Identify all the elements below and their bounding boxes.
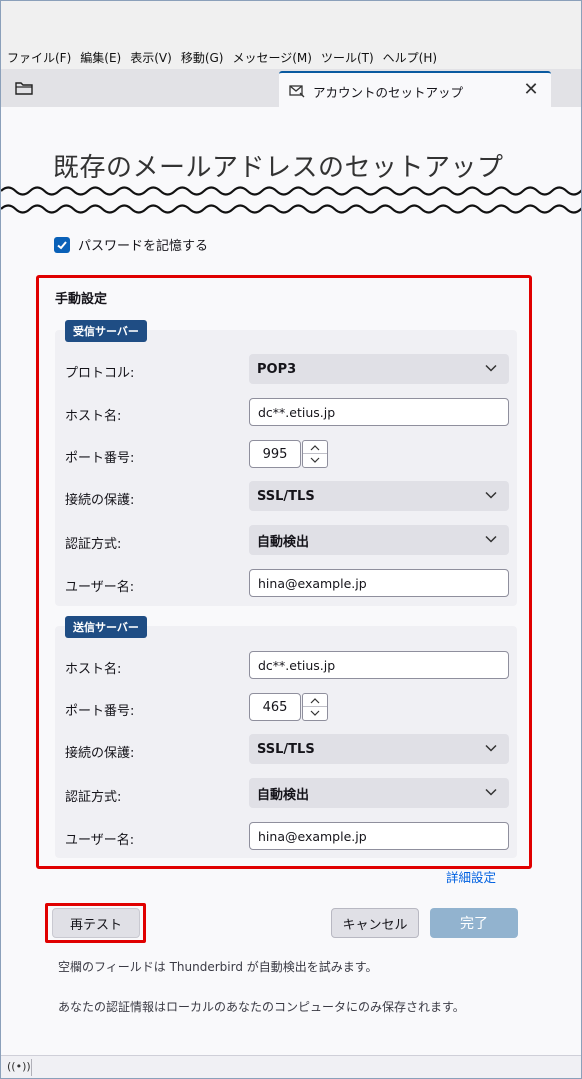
menu-message[interactable]: メッセージ(M)	[232, 49, 311, 66]
remember-password-checkbox[interactable]	[54, 236, 70, 253]
chevron-down-icon	[485, 491, 497, 499]
protocol-select[interactable]: POP3	[249, 354, 509, 384]
outgoing-security-value: SSL/TLS	[257, 741, 315, 757]
outgoing-server-panel: 送信サーバー ホスト名: dc**.etius.jp ポート番号: 465 接続…	[55, 616, 517, 858]
incoming-port-input[interactable]: 995	[249, 440, 301, 468]
incoming-security-select[interactable]: SSL/TLS	[249, 481, 509, 511]
autodetect-note: 空欄のフィールドは Thunderbird が自動検出を試みます。	[58, 960, 378, 974]
folder-icon[interactable]	[15, 81, 33, 95]
page-title: 既存のメールアドレスのセットアップ	[53, 153, 504, 183]
chevron-down-icon	[485, 364, 497, 372]
incoming-port-label: ポート番号:	[65, 451, 135, 466]
incoming-username-label: ユーザー名:	[65, 580, 135, 595]
outgoing-username-input[interactable]: hina@example.jp	[249, 822, 509, 850]
incoming-server-badge: 受信サーバー	[65, 320, 147, 342]
outgoing-port-stepper: 465	[249, 693, 329, 721]
chevron-down-icon	[485, 535, 497, 543]
menu-tools[interactable]: ツール(T)	[321, 49, 374, 66]
incoming-port-spinner	[302, 440, 328, 468]
outgoing-security-select[interactable]: SSL/TLS	[249, 734, 509, 764]
torn-edge-divider	[1, 186, 581, 214]
outgoing-username-label: ユーザー名:	[65, 833, 135, 848]
incoming-hostname-label: ホスト名:	[65, 409, 122, 424]
title-area	[1, 1, 581, 45]
incoming-hostname-input[interactable]: dc**.etius.jp	[249, 398, 509, 426]
close-icon[interactable]: ✕	[521, 79, 541, 100]
menu-go[interactable]: 移動(G)	[181, 49, 224, 66]
chevron-down-icon	[485, 744, 497, 752]
manual-config-title: 手動設定	[55, 292, 108, 307]
outgoing-server-badge: 送信サーバー	[65, 616, 147, 638]
incoming-auth-select[interactable]: 自動検出	[249, 525, 509, 555]
outgoing-port-label: ポート番号:	[65, 704, 135, 719]
status-bar: ((•))	[1, 1055, 581, 1078]
incoming-auth-label: 認証方式:	[65, 537, 122, 552]
tab-account-setup[interactable]: アカウントのセットアップ ✕	[279, 71, 551, 107]
chevron-up-icon[interactable]	[303, 694, 327, 707]
outgoing-security-label: 接続の保護:	[65, 746, 135, 761]
cancel-button[interactable]: キャンセル	[331, 908, 419, 938]
remember-password-label: パスワードを記憶する	[78, 239, 209, 254]
menu-bar: ファイル(F) 編集(E) 表示(V) 移動(G) メッセージ(M) ツール(T…	[1, 45, 581, 69]
incoming-username-input[interactable]: hina@example.jp	[249, 569, 509, 597]
menu-file[interactable]: ファイル(F)	[7, 49, 71, 66]
incoming-auth-value: 自動検出	[257, 534, 310, 550]
menu-view[interactable]: 表示(V)	[130, 49, 172, 66]
account-setup-page: 既存のメールアドレスのセットアップ パスワードを記憶する 手動設定 受信サーバー…	[1, 107, 581, 1055]
done-button[interactable]: 完了	[430, 908, 518, 938]
mail-icon	[289, 84, 305, 98]
retest-button[interactable]: 再テスト	[52, 908, 140, 938]
advanced-config-link[interactable]: 詳細設定	[446, 867, 496, 886]
incoming-security-value: SSL/TLS	[257, 488, 315, 504]
check-icon	[57, 240, 67, 249]
outgoing-auth-value: 自動検出	[257, 787, 310, 803]
chevron-up-icon[interactable]	[303, 441, 327, 454]
remember-password-row[interactable]: パスワードを記憶する	[54, 235, 208, 254]
protocol-value: POP3	[257, 361, 297, 377]
outgoing-auth-label: 認証方式:	[65, 790, 122, 805]
incoming-port-stepper: 995	[249, 440, 329, 468]
menu-edit[interactable]: 編集(E)	[80, 49, 121, 66]
manual-config-section: 手動設定 受信サーバー プロトコル: POP3 ホスト名: dc**.etius…	[36, 275, 532, 869]
outgoing-hostname-input[interactable]: dc**.etius.jp	[249, 651, 509, 679]
status-separator	[31, 1059, 32, 1076]
tab-bar: アカウントのセットアップ ✕	[1, 69, 581, 107]
activity-icon[interactable]: ((•))	[7, 1060, 31, 1073]
menu-help[interactable]: ヘルプ(H)	[383, 49, 437, 66]
credentials-note: あなたの認証情報はローカルのあなたのコンピュータにのみ保存されます。	[58, 1000, 465, 1014]
chevron-down-icon[interactable]	[303, 454, 327, 467]
incoming-security-label: 接続の保護:	[65, 493, 135, 508]
outgoing-port-input[interactable]: 465	[249, 693, 301, 721]
incoming-server-panel: 受信サーバー プロトコル: POP3 ホスト名: dc**.etius.jp ポ…	[55, 320, 517, 606]
outgoing-hostname-label: ホスト名:	[65, 662, 122, 677]
outgoing-port-spinner	[302, 693, 328, 721]
outgoing-auth-select[interactable]: 自動検出	[249, 778, 509, 808]
protocol-label: プロトコル:	[65, 366, 135, 381]
chevron-down-icon[interactable]	[303, 707, 327, 720]
tab-label: アカウントのセットアップ	[313, 85, 464, 100]
chevron-down-icon	[485, 788, 497, 796]
